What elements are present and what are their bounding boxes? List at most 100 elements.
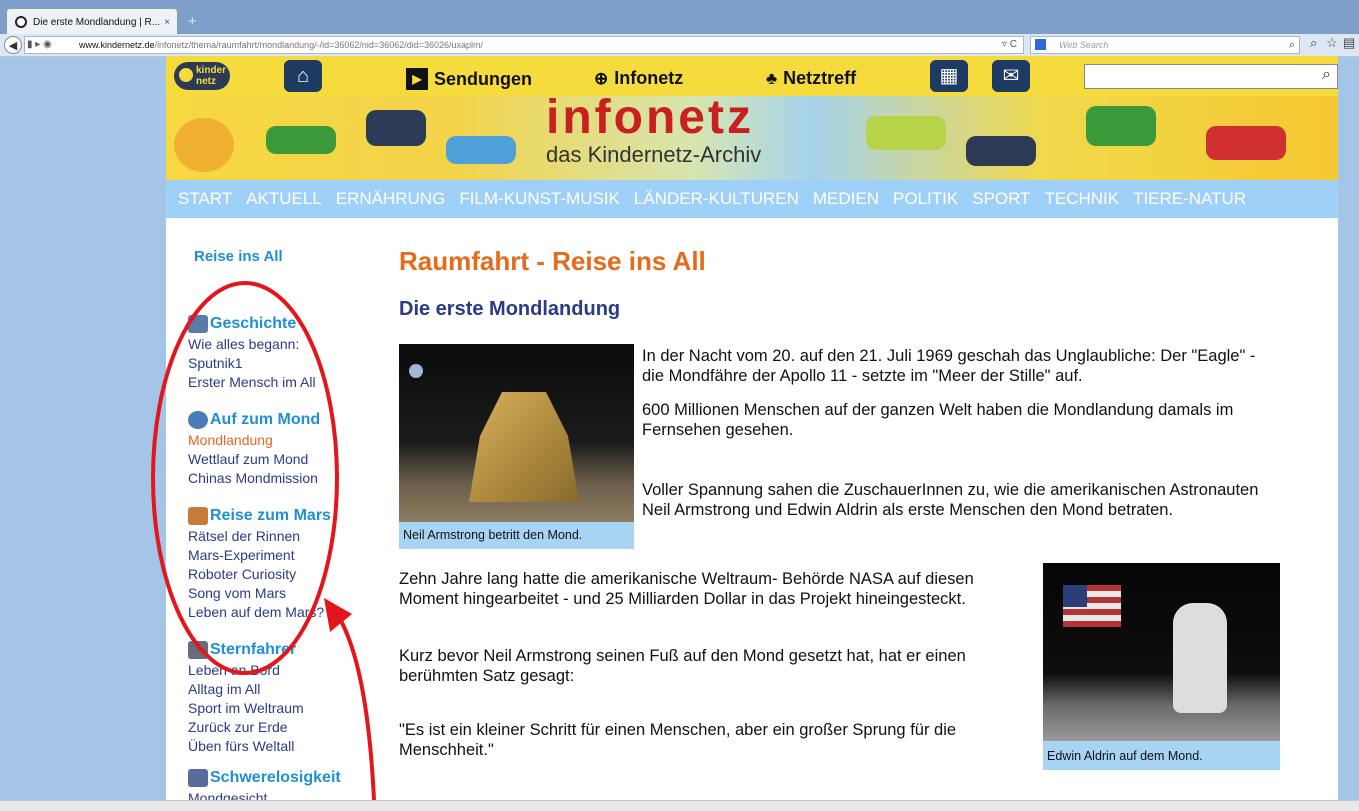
search-icon[interactable]: ⌕ — [1289, 37, 1295, 53]
mail-icon: ✉ — [1002, 65, 1020, 87]
sidebar-group-schwerelosigkeit: Schwerelosigkeit Mondgesicht — [188, 768, 341, 800]
sidebar-link[interactable]: Alltag im All — [188, 680, 304, 699]
figure-aldrin: Edwin Aldrin auf dem Mond. — [1043, 563, 1280, 770]
nav-netztreff[interactable]: ♣ Netztreff — [766, 68, 856, 89]
search-go-icon[interactable]: ⌕ — [1310, 35, 1317, 51]
cat-aktuell[interactable]: AKTUELL — [246, 189, 322, 209]
nav-infonetz[interactable]: ⊕ Infonetz — [594, 68, 683, 89]
browser-tab[interactable]: Die erste Mondlandung | R... × — [6, 8, 178, 35]
banner-blob — [366, 110, 426, 146]
moon-lander-image — [399, 344, 634, 522]
banner-blob — [446, 136, 516, 164]
apps-button[interactable]: ▦ — [930, 60, 968, 92]
banner-blob — [1206, 126, 1286, 160]
tab-close-icon[interactable]: × — [164, 17, 170, 28]
flag-astronaut-image — [1043, 563, 1280, 741]
sidebar-link[interactable]: Üben fürs Weltall — [188, 737, 304, 756]
group-title[interactable]: Geschichte — [188, 314, 316, 333]
mail-button[interactable]: ✉ — [992, 60, 1030, 92]
history-icon — [188, 314, 208, 333]
site-identity-icon[interactable]: ▮ ▸ ◉ — [27, 37, 52, 53]
cat-medien[interactable]: MEDIEN — [813, 189, 879, 209]
people-icon: ♣ — [766, 68, 778, 88]
paragraph: Voller Spannung sahen die ZuschauerInnen… — [642, 481, 1259, 519]
home-button[interactable]: ⌂ — [284, 60, 322, 92]
search-placeholder: Web Search — [1059, 40, 1109, 50]
browser-search-field[interactable]: Web Search ⌕ — [1030, 36, 1300, 54]
home-icon: ⌂ — [296, 65, 310, 87]
sidebar-link[interactable]: Wie alles begann: — [188, 335, 316, 354]
sidebar-link[interactable]: Sputnik1 — [188, 354, 316, 373]
banner-blob — [866, 116, 946, 150]
site-search-input[interactable]: ⌕ — [1084, 64, 1338, 89]
sidebar-link[interactable]: Leben an Bord — [188, 661, 304, 680]
nav-sendungen[interactable]: ▶ Sendungen — [406, 68, 532, 90]
sidebar-link[interactable]: Wettlauf zum Mond — [188, 450, 320, 469]
cat-technik[interactable]: TECHNIK — [1044, 189, 1119, 209]
sidebar-link[interactable]: Chinas Mondmission — [188, 469, 320, 488]
url-path: /infonetz/thema/raumfahrt/mondlandung/-/… — [154, 40, 484, 50]
grid-icon: ▦ — [939, 65, 959, 87]
cat-tiere-natur[interactable]: TIERE-NATUR — [1133, 189, 1246, 209]
sidebar-link[interactable]: Zurück zur Erde — [188, 718, 304, 737]
new-tab-button[interactable]: + — [188, 13, 197, 30]
astronaut-shape — [1173, 603, 1227, 713]
banner-blob — [1086, 106, 1156, 146]
sidebar-link[interactable]: Song vom Mars — [188, 584, 331, 603]
bookmark-star-icon[interactable]: ☆ — [1326, 35, 1338, 51]
nav-infonetz-label: Infonetz — [614, 68, 684, 88]
cat-film-kunst-musik[interactable]: FILM-KUNST-MUSIK — [459, 189, 620, 209]
site-top-nav: kinder netz ⌂ ▶ Sendungen ⊕ Infonetz ♣ Netz… — [166, 56, 1338, 96]
figure-armstrong: Neil Armstrong betritt den Mond. — [399, 344, 634, 549]
cat-laender-kulturen[interactable]: LÄNDER-KULTUREN — [634, 189, 799, 209]
sidebar-heading[interactable]: Reise ins All — [194, 248, 283, 265]
reload-icon[interactable]: ▿ C — [1002, 37, 1017, 53]
page-title: Raumfahrt - Reise ins All — [399, 246, 706, 276]
cat-politik[interactable]: POLITIK — [893, 189, 958, 209]
globe-icon: ⊕ — [594, 68, 609, 88]
sidebar-link[interactable]: Mars-Experiment — [188, 546, 331, 565]
sidebar-link[interactable]: Leben auf dem Mars? — [188, 603, 331, 622]
sidebar-group-geschichte: Geschichte Wie alles begann: Sputnik1 Er… — [188, 314, 316, 392]
logo-text: kinder netz — [196, 65, 227, 87]
group-title[interactable]: Reise zum Mars — [188, 506, 331, 525]
nav-sendungen-label: Sendungen — [434, 68, 532, 89]
earth-shape — [409, 364, 423, 378]
bookmarks-menu-icon[interactable]: ▤ — [1343, 35, 1355, 51]
banner-subtitle: das Kindernetz-Archiv — [546, 142, 762, 167]
back-button[interactable]: ◀ — [4, 36, 22, 54]
url-domain: www.kindernetz.de — [79, 40, 155, 50]
sidebar-group-mars: Reise zum Mars Rätsel der Rinnen Mars-Ex… — [188, 506, 331, 622]
sidebar-link-active[interactable]: Mondlandung — [188, 431, 320, 450]
kindernetz-logo[interactable]: kinder netz — [174, 62, 230, 90]
cat-start[interactable]: START — [178, 189, 232, 209]
figure-caption: Neil Armstrong betritt den Mond. — [403, 528, 583, 542]
web-page: kinder netz ⌂ ▶ Sendungen ⊕ Infonetz ♣ Netz… — [166, 56, 1338, 800]
mars-icon — [188, 506, 208, 525]
banner-title: infonetz — [546, 96, 754, 144]
address-bar[interactable]: ▮ ▸ ◉ www.kindernetz.de/infonetz/thema/r… — [24, 36, 1024, 54]
sidebar-link[interactable]: Sport im Weltraum — [188, 699, 304, 718]
banner-blob — [966, 136, 1036, 166]
group-title[interactable]: Sternfahrer — [188, 640, 304, 659]
cat-ernaehrung[interactable]: ERNÄHRUNG — [336, 189, 446, 209]
paragraph: 600 Millionen Menschen auf der ganzen We… — [642, 401, 1234, 439]
paragraph: In der Nacht vom 20. auf den 21. Juli 19… — [642, 347, 1256, 385]
group-title[interactable]: Schwerelosigkeit — [188, 768, 341, 787]
search-icon[interactable]: ⌕ — [1322, 66, 1331, 84]
group-title-text: Auf zum Mond — [210, 411, 321, 428]
horizontal-scrollbar[interactable] — [0, 800, 1359, 811]
sidebar-link[interactable]: Mondgesicht — [188, 789, 341, 800]
sidebar-link[interactable]: Roboter Curiosity — [188, 565, 331, 584]
group-title[interactable]: Auf zum Mond — [188, 410, 320, 429]
group-title-text: Geschichte — [210, 315, 297, 332]
tab-title: Die erste Mondlandung | R... — [33, 16, 161, 28]
play-icon: ▶ — [406, 68, 428, 90]
article-title: Die erste Mondlandung — [399, 298, 621, 320]
cat-sport[interactable]: SPORT — [972, 189, 1030, 209]
search-engine-icon[interactable] — [1035, 39, 1046, 50]
astronaut-icon — [188, 640, 208, 659]
moon-icon — [188, 410, 208, 429]
sidebar-link[interactable]: Rätsel der Rinnen — [188, 527, 331, 546]
sidebar-link[interactable]: Erster Mensch im All — [188, 373, 316, 392]
